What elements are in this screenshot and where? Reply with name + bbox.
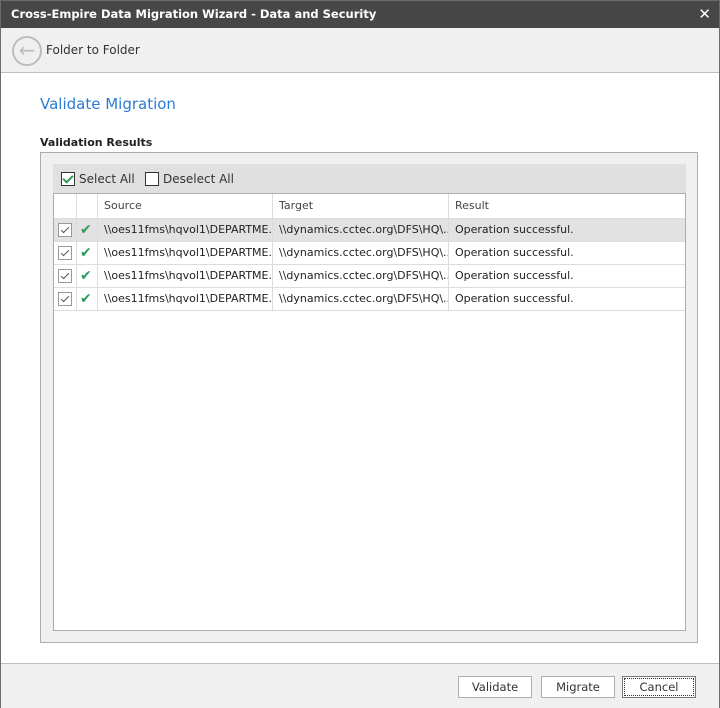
table-row[interactable]: ✔ \\oes11fms\hqvol1\DEPARTME... \\dynami…	[54, 242, 685, 265]
source-cell: \\oes11fms\hqvol1\DEPARTME...	[98, 242, 273, 264]
result-cell: Operation successful.	[455, 292, 574, 305]
wizard-window: Cross-Empire Data Migration Wizard - Dat…	[0, 0, 720, 708]
target-cell: \\dynamics.cctec.org\DFS\HQ\...	[273, 242, 449, 264]
header-bar: ← Folder to Folder	[1, 28, 719, 73]
row-checkbox[interactable]	[54, 219, 77, 241]
col-header-status[interactable]	[77, 194, 98, 218]
result-cell: Operation successful.	[455, 246, 574, 259]
table-row[interactable]: ✔ \\oes11fms\hqvol1\DEPARTME... \\dynami…	[54, 265, 685, 288]
window-title: Cross-Empire Data Migration Wizard - Dat…	[11, 7, 377, 21]
select-all-label: Select All	[79, 171, 135, 186]
status-cell: ✔	[77, 242, 98, 264]
deselect-all-label: Deselect All	[163, 171, 234, 186]
select-all-checkbox[interactable]: Select All	[61, 171, 135, 186]
row-checkbox[interactable]	[54, 265, 77, 287]
table-row[interactable]: ✔ \\oes11fms\hqvol1\DEPARTME... \\dynami…	[54, 219, 685, 242]
success-check-icon: ✔	[80, 222, 92, 238]
success-check-icon: ✔	[80, 268, 92, 284]
breadcrumb: Folder to Folder	[46, 43, 140, 57]
col-header-target[interactable]: Target	[273, 194, 449, 218]
result-cell: Operation successful.	[455, 269, 574, 282]
target-cell: \\dynamics.cctec.org\DFS\HQ\...	[273, 265, 449, 287]
source-cell: \\oes11fms\hqvol1\DEPARTME...	[98, 219, 273, 241]
checkbox-empty-icon	[145, 171, 159, 186]
cancel-button[interactable]: Cancel	[622, 676, 696, 698]
migrate-button[interactable]: Migrate	[541, 676, 615, 698]
checkbox-checked-icon	[58, 223, 72, 237]
col-header-check[interactable]	[54, 194, 77, 218]
col-header-result[interactable]: Result	[449, 194, 685, 218]
success-check-icon: ✔	[80, 291, 92, 307]
table-row[interactable]: ✔ \\oes11fms\hqvol1\DEPARTME... \\dynami…	[54, 288, 685, 311]
target-cell: \\dynamics.cctec.org\DFS\HQ\...	[273, 219, 449, 241]
deselect-all-checkbox[interactable]: Deselect All	[145, 171, 234, 186]
target-cell: \\dynamics.cctec.org\DFS\HQ\...	[273, 288, 449, 310]
grid-toolbar: Select All Deselect All	[53, 164, 686, 193]
validate-button[interactable]: Validate	[458, 676, 532, 698]
checkbox-checked-icon	[61, 171, 75, 186]
title-bar: Cross-Empire Data Migration Wizard - Dat…	[1, 1, 719, 28]
results-grid[interactable]: Source Target Result ✔ \\oes11fms\hqvol1…	[53, 193, 686, 631]
status-cell: ✔	[77, 265, 98, 287]
checkbox-checked-icon	[58, 292, 72, 306]
row-checkbox[interactable]	[54, 288, 77, 310]
footer-bar: Validate Migrate Cancel	[1, 663, 719, 708]
checkbox-checked-icon	[58, 269, 72, 283]
grid-header-row: Source Target Result	[54, 194, 685, 219]
checkbox-checked-icon	[58, 246, 72, 260]
status-cell: ✔	[77, 219, 98, 241]
col-header-source[interactable]: Source	[98, 194, 273, 218]
close-icon[interactable]: ✕	[698, 1, 711, 28]
source-cell: \\oes11fms\hqvol1\DEPARTME...	[98, 288, 273, 310]
row-checkbox[interactable]	[54, 242, 77, 264]
source-cell: \\oes11fms\hqvol1\DEPARTME...	[98, 265, 273, 287]
status-cell: ✔	[77, 288, 98, 310]
back-arrow-icon[interactable]: ←	[12, 36, 42, 66]
section-label: Validation Results	[40, 136, 153, 149]
success-check-icon: ✔	[80, 245, 92, 261]
page-title: Validate Migration	[40, 95, 176, 113]
result-cell: Operation successful.	[455, 223, 574, 236]
